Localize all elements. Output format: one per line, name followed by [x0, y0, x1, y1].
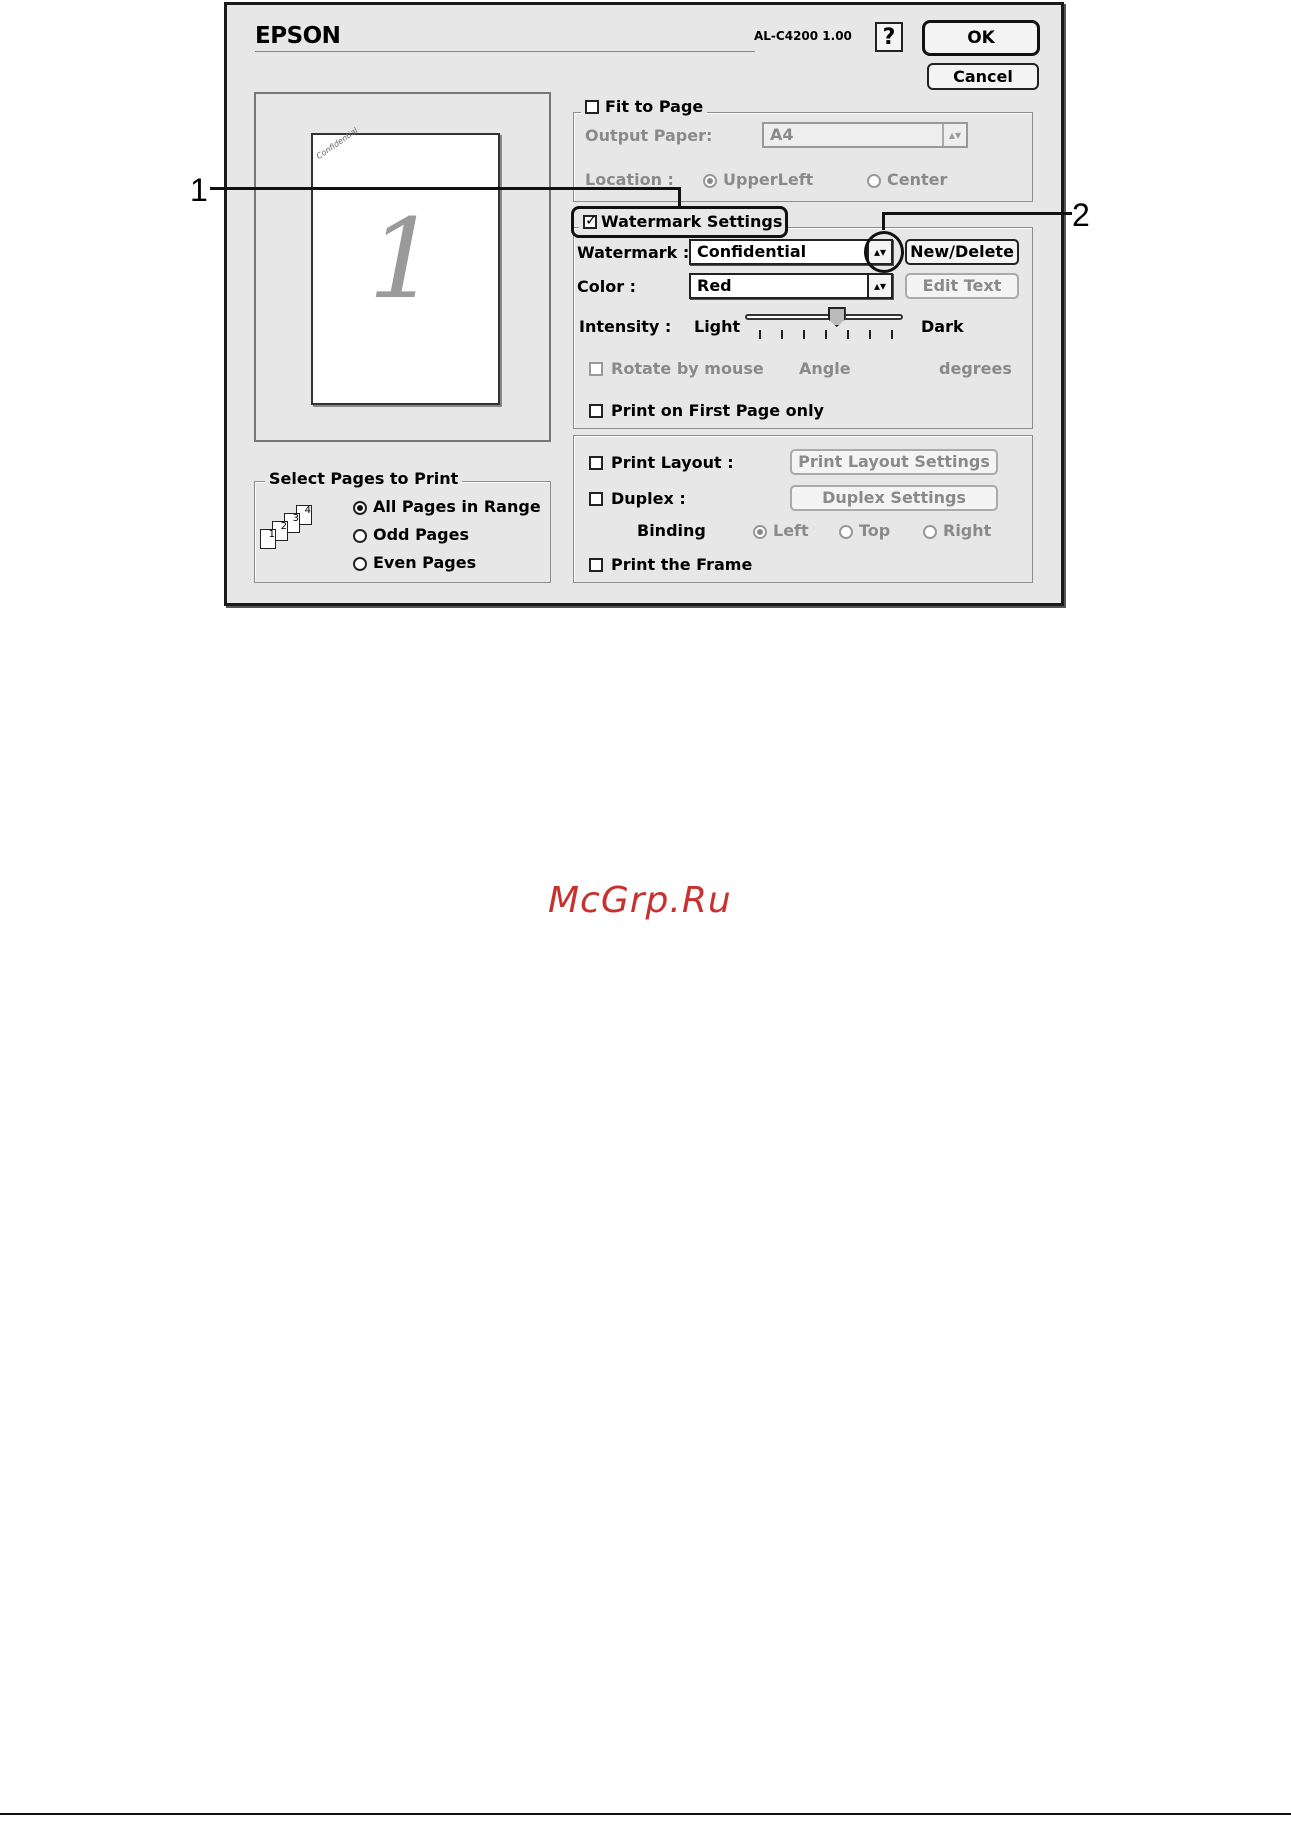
location-upperleft-radio[interactable] [703, 174, 717, 188]
output-paper-label: Output Paper: [585, 126, 713, 145]
model-version: AL-C4200 1.00 [754, 29, 852, 43]
preview-page-number: 1 [368, 195, 438, 323]
new-delete-button[interactable]: New/Delete [905, 239, 1019, 265]
binding-right-radio[interactable] [923, 525, 937, 539]
duplex-settings-button[interactable]: Duplex Settings [790, 485, 998, 511]
callout-circle-2 [864, 231, 904, 273]
callout-box-1 [571, 206, 788, 238]
rotate-by-mouse-label: Rotate by mouse [611, 359, 764, 378]
location-center-radio[interactable] [867, 174, 881, 188]
callout-leader-1-drop [678, 187, 681, 207]
binding-top-label: Top [859, 521, 891, 540]
callout-leader-2-drop [882, 212, 885, 230]
binding-left-radio[interactable] [753, 525, 767, 539]
fit-to-page-label: Fit to Page [605, 97, 704, 116]
print-layout-label: Print Layout : [611, 453, 734, 472]
binding-label: Binding [637, 521, 706, 540]
print-options-dialog: EPSON AL-C4200 1.00 ? OK Cancel Confiden… [224, 2, 1064, 606]
odd-pages-radio[interactable] [353, 529, 367, 543]
output-paper-select[interactable]: A4 ▴▾ [762, 122, 968, 148]
select-pages-title: Select Pages to Print [265, 469, 463, 488]
watermark-label: Watermark : [577, 243, 690, 262]
cancel-button[interactable]: Cancel [927, 63, 1039, 90]
callout-number-1: 1 [190, 172, 208, 208]
updown-arrows-icon: ▴▾ [942, 124, 966, 146]
edit-text-button[interactable]: Edit Text [905, 273, 1019, 299]
all-pages-label: All Pages in Range [373, 497, 541, 516]
print-layout-checkbox[interactable] [589, 456, 603, 470]
callout-number-2: 2 [1072, 197, 1090, 233]
binding-left-label: Left [773, 521, 809, 540]
odd-pages-label: Odd Pages [373, 525, 469, 544]
intensity-tick [803, 330, 805, 339]
fit-to-page-checkbox[interactable] [585, 100, 599, 114]
even-pages-label: Even Pages [373, 553, 477, 572]
intensity-light-label: Light [694, 317, 741, 336]
intensity-tick [759, 330, 761, 339]
even-pages-radio[interactable] [353, 557, 367, 571]
header-divider [255, 51, 755, 52]
color-select[interactable]: Red ▴▾ [689, 273, 893, 299]
intensity-tick [847, 330, 849, 339]
duplex-label: Duplex : [611, 489, 686, 508]
brand-logo: EPSON [255, 23, 341, 49]
site-watermark: McGrp.Ru [548, 880, 732, 921]
preview-watermark: Confidential [314, 125, 360, 162]
print-first-page-only-checkbox[interactable] [589, 404, 603, 418]
stacked-pages-icon: 4 3 2 1 [260, 505, 330, 555]
intensity-label: Intensity : [579, 317, 672, 336]
mini-page-1: 1 [260, 529, 276, 549]
degrees-label: degrees [939, 359, 1012, 378]
callout-leader-2 [882, 212, 1072, 215]
page-preview: Confidential 1 [254, 92, 551, 442]
location-center-label: Center [887, 170, 948, 189]
angle-label: Angle [799, 359, 851, 378]
print-layout-settings-button[interactable]: Print Layout Settings [790, 449, 998, 475]
print-the-frame-label: Print the Frame [611, 555, 753, 574]
watermark-value: Confidential [697, 242, 807, 261]
binding-top-radio[interactable] [839, 525, 853, 539]
duplex-checkbox[interactable] [589, 492, 603, 506]
watermark-select[interactable]: Confidential ▴▾ [689, 239, 893, 265]
location-upperleft-label: UpperLeft [723, 170, 814, 189]
binding-right-label: Right [943, 521, 992, 540]
color-value: Red [697, 276, 732, 295]
output-paper-value: A4 [770, 125, 794, 144]
bottom-rule [0, 1813, 1291, 1815]
color-label: Color : [577, 277, 637, 296]
intensity-tick [891, 330, 893, 339]
help-button[interactable]: ? [875, 22, 903, 52]
intensity-slider-track[interactable] [745, 314, 903, 320]
intensity-tick [869, 330, 871, 339]
print-first-page-only-label: Print on First Page only [611, 401, 824, 420]
ok-button[interactable]: OK [922, 20, 1040, 56]
intensity-dark-label: Dark [921, 317, 964, 336]
rotate-by-mouse-checkbox[interactable] [589, 362, 603, 376]
fit-to-page-legend: Fit to Page [581, 97, 708, 116]
intensity-tick [825, 330, 827, 339]
intensity-tick [781, 330, 783, 339]
updown-arrows-icon: ▴▾ [867, 275, 891, 297]
callout-leader-1 [210, 187, 680, 190]
all-pages-radio[interactable] [353, 501, 367, 515]
preview-page: Confidential 1 [311, 126, 500, 405]
print-the-frame-checkbox[interactable] [589, 558, 603, 572]
